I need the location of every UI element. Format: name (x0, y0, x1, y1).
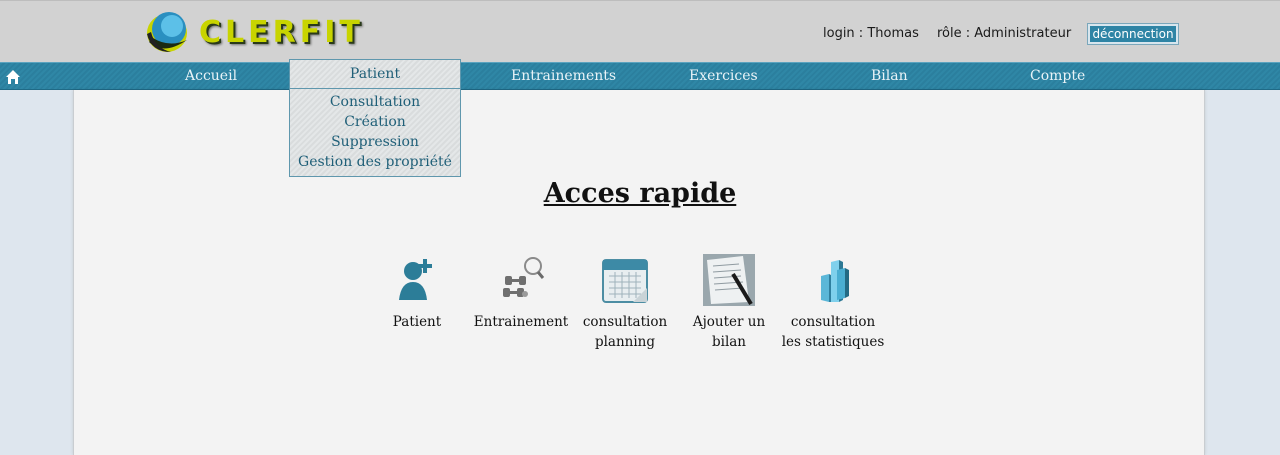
login-info: login : Thomas (823, 26, 919, 41)
logout-button[interactable]: déconnection (1087, 23, 1179, 45)
nav-item-exercices[interactable]: Exercices (689, 67, 758, 87)
header: CLERFIT login : Thomas rôle : Administra… (0, 0, 1280, 62)
dumbbells-icon (503, 257, 545, 297)
menu-item-creation[interactable]: Création (290, 112, 460, 132)
logo-text: CLERFIT (199, 15, 364, 50)
patient-dropdown-menu: Consultation Création Suppression Gestio… (289, 88, 461, 177)
main-content: Acces rapide Patient Entrainement consul… (73, 90, 1205, 455)
quick-access-label: Entrainement (473, 314, 569, 330)
home-icon[interactable] (5, 69, 21, 85)
menu-item-gestion-proprietes[interactable]: Gestion des propriété (290, 152, 460, 172)
quick-access-label: consultation les statistiques (781, 314, 885, 350)
quick-access-label: Ajouter un bilan (692, 314, 766, 350)
nav-item-bilan[interactable]: Bilan (871, 67, 908, 87)
quick-access-consultation-planning[interactable]: consultation planning (573, 254, 677, 352)
quick-access-ajouter-bilan[interactable]: Ajouter un bilan (677, 254, 781, 352)
nav-item-compte[interactable]: Compte (1030, 67, 1085, 87)
nav-item-entrainements[interactable]: Entrainements (511, 67, 616, 87)
nav-item-patient[interactable]: Patient (289, 59, 461, 89)
menu-item-suppression[interactable]: Suppression (290, 132, 460, 152)
add-patient-icon (399, 259, 432, 300)
quick-access-patient[interactable]: Patient (365, 254, 469, 332)
clerfit-logo[interactable]: CLERFIT (145, 12, 360, 54)
logo-swoosh-icon (147, 12, 187, 52)
role-info: rôle : Administrateur (937, 26, 1072, 41)
nav-item-accueil[interactable]: Accueil (185, 67, 237, 87)
main-nav-bar: Accueil Entrainements Exercices Bilan Co… (0, 62, 1280, 90)
bar-chart-icon (821, 260, 849, 302)
page-title: Acces rapide (543, 178, 737, 209)
quick-access-consultation-statistiques[interactable]: consultation les statistiques (781, 254, 885, 352)
quick-access-label: Patient (392, 314, 442, 330)
menu-item-consultation[interactable]: Consultation (290, 92, 460, 112)
quick-access-entrainement[interactable]: Entrainement (469, 254, 573, 332)
calendar-icon (602, 259, 648, 303)
document-pen-icon (703, 254, 755, 306)
quick-access-label: consultation planning (582, 314, 668, 350)
